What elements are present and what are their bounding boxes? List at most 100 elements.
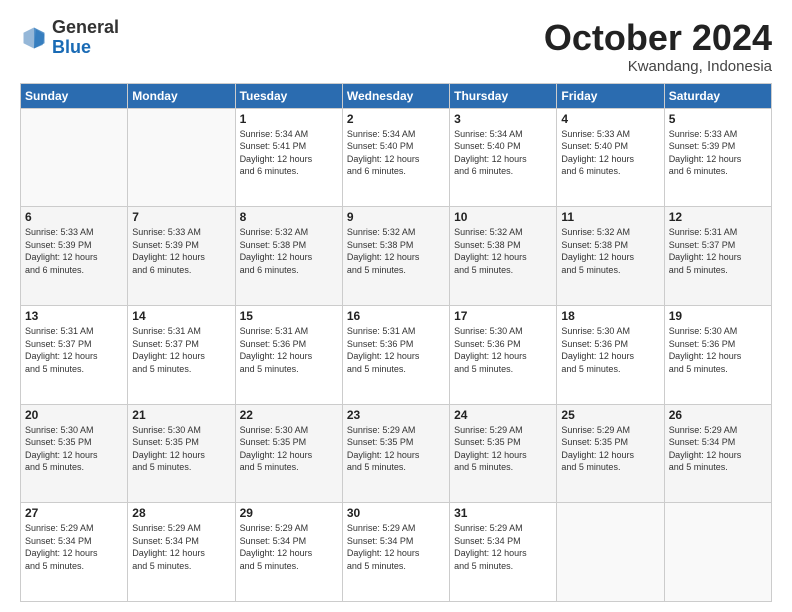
calendar: Sunday Monday Tuesday Wednesday Thursday… (20, 83, 772, 602)
day-info: Sunrise: 5:33 AM Sunset: 5:40 PM Dayligh… (561, 128, 659, 178)
day-number: 1 (240, 112, 338, 126)
day-info: Sunrise: 5:30 AM Sunset: 5:35 PM Dayligh… (240, 424, 338, 474)
calendar-cell: 20Sunrise: 5:30 AM Sunset: 5:35 PM Dayli… (21, 404, 128, 503)
col-tuesday: Tuesday (235, 83, 342, 108)
day-info: Sunrise: 5:32 AM Sunset: 5:38 PM Dayligh… (347, 226, 445, 276)
day-number: 18 (561, 309, 659, 323)
day-number: 21 (132, 408, 230, 422)
page: General Blue October 2024 Kwandang, Indo… (0, 0, 792, 612)
day-number: 12 (669, 210, 767, 224)
day-info: Sunrise: 5:29 AM Sunset: 5:35 PM Dayligh… (347, 424, 445, 474)
day-info: Sunrise: 5:33 AM Sunset: 5:39 PM Dayligh… (669, 128, 767, 178)
day-info: Sunrise: 5:29 AM Sunset: 5:34 PM Dayligh… (25, 522, 123, 572)
calendar-cell: 24 Sunrise: 5:29 AM Sunset: 5:35 PM Dayli… (450, 404, 557, 503)
day-number: 10 (454, 210, 552, 224)
calendar-cell (557, 503, 664, 602)
day-number: 23 (347, 408, 445, 422)
calendar-week-2: 6 Sunrise: 5:33 AM Sunset: 5:39 PM Daylig… (21, 207, 772, 306)
day-info: Sunrise: 5:29 AM Sunset: 5:34 PM Dayligh… (240, 522, 338, 572)
calendar-cell: 14 Sunrise: 5:31 AM Sunset: 5:37 PM Dayli… (128, 305, 235, 404)
day-number: 11 (561, 210, 659, 224)
calendar-cell: 21 Sunrise: 5:30 AM Sunset: 5:35 PM Dayli… (128, 404, 235, 503)
calendar-cell: 15 Sunrise: 5:31 AM Sunset: 5:36 PM Dayli… (235, 305, 342, 404)
logo-icon (20, 24, 48, 52)
day-number: 31 (454, 506, 552, 520)
day-number: 25 (561, 408, 659, 422)
day-number: 8 (240, 210, 338, 224)
calendar-cell: 2Sunrise: 5:34 AM Sunset: 5:40 PM Daylig… (342, 108, 449, 207)
day-number: 24 (454, 408, 552, 422)
calendar-cell: 27 Sunrise: 5:29 AM Sunset: 5:34 PM Dayli… (21, 503, 128, 602)
day-number: 4 (561, 112, 659, 126)
calendar-cell: 19 Sunrise: 5:30 AM Sunset: 5:36 PM Dayli… (664, 305, 771, 404)
calendar-week-3: 13Sunrise: 5:31 AM Sunset: 5:37 PM Dayli… (21, 305, 772, 404)
day-number: 27 (25, 506, 123, 520)
calendar-cell: 7 Sunrise: 5:33 AM Sunset: 5:39 PM Daylig… (128, 207, 235, 306)
day-info: Sunrise: 5:30 AM Sunset: 5:36 PM Dayligh… (669, 325, 767, 375)
day-info: Sunrise: 5:30 AM Sunset: 5:35 PM Dayligh… (132, 424, 230, 474)
header: General Blue October 2024 Kwandang, Indo… (20, 18, 772, 75)
calendar-cell: 4 Sunrise: 5:33 AM Sunset: 5:40 PM Daylig… (557, 108, 664, 207)
col-thursday: Thursday (450, 83, 557, 108)
day-number: 19 (669, 309, 767, 323)
day-number: 22 (240, 408, 338, 422)
calendar-week-1: 1Sunrise: 5:34 AM Sunset: 5:41 PM Daylig… (21, 108, 772, 207)
calendar-cell (664, 503, 771, 602)
month-title: October 2024 (544, 18, 772, 58)
calendar-cell: 18Sunrise: 5:30 AM Sunset: 5:36 PM Dayli… (557, 305, 664, 404)
day-number: 7 (132, 210, 230, 224)
day-number: 14 (132, 309, 230, 323)
day-info: Sunrise: 5:32 AM Sunset: 5:38 PM Dayligh… (454, 226, 552, 276)
day-number: 5 (669, 112, 767, 126)
day-number: 20 (25, 408, 123, 422)
calendar-cell: 25 Sunrise: 5:29 AM Sunset: 5:35 PM Dayli… (557, 404, 664, 503)
calendar-cell: 31Sunrise: 5:29 AM Sunset: 5:34 PM Dayli… (450, 503, 557, 602)
calendar-cell: 23 Sunrise: 5:29 AM Sunset: 5:35 PM Dayli… (342, 404, 449, 503)
day-number: 16 (347, 309, 445, 323)
day-info: Sunrise: 5:29 AM Sunset: 5:35 PM Dayligh… (561, 424, 659, 474)
day-number: 30 (347, 506, 445, 520)
calendar-cell: 30 Sunrise: 5:29 AM Sunset: 5:34 PM Dayli… (342, 503, 449, 602)
col-friday: Friday (557, 83, 664, 108)
day-info: Sunrise: 5:33 AM Sunset: 5:39 PM Dayligh… (132, 226, 230, 276)
day-number: 3 (454, 112, 552, 126)
col-sunday: Sunday (21, 83, 128, 108)
day-number: 15 (240, 309, 338, 323)
col-wednesday: Wednesday (342, 83, 449, 108)
day-info: Sunrise: 5:29 AM Sunset: 5:34 PM Dayligh… (347, 522, 445, 572)
day-info: Sunrise: 5:31 AM Sunset: 5:37 PM Dayligh… (132, 325, 230, 375)
day-info: Sunrise: 5:34 AM Sunset: 5:40 PM Dayligh… (454, 128, 552, 178)
day-info: Sunrise: 5:29 AM Sunset: 5:34 PM Dayligh… (132, 522, 230, 572)
logo-blue: Blue (52, 38, 119, 58)
calendar-week-4: 20 Sunrise: 5:30 AM Sunset: 5:35 PM Dayli… (21, 404, 772, 503)
calendar-cell: 11 Sunrise: 5:32 AM Sunset: 5:38 PM Dayli… (557, 207, 664, 306)
calendar-cell: 16Sunrise: 5:31 AM Sunset: 5:36 PM Dayli… (342, 305, 449, 404)
calendar-cell: 10 Sunrise: 5:32 AM Sunset: 5:38 PM Dayli… (450, 207, 557, 306)
calendar-cell (128, 108, 235, 207)
calendar-cell: 13Sunrise: 5:31 AM Sunset: 5:37 PM Dayli… (21, 305, 128, 404)
day-info: Sunrise: 5:34 AM Sunset: 5:40 PM Dayligh… (347, 128, 445, 178)
day-info: Sunrise: 5:32 AM Sunset: 5:38 PM Dayligh… (240, 226, 338, 276)
calendar-cell: 3 Sunrise: 5:34 AM Sunset: 5:40 PM Daylig… (450, 108, 557, 207)
calendar-cell: 5 Sunrise: 5:33 AM Sunset: 5:39 PM Daylig… (664, 108, 771, 207)
col-saturday: Saturday (664, 83, 771, 108)
logo-general: General (52, 18, 119, 38)
logo: General Blue (20, 18, 119, 58)
calendar-cell: 28 Sunrise: 5:29 AM Sunset: 5:34 PM Dayli… (128, 503, 235, 602)
day-info: Sunrise: 5:29 AM Sunset: 5:35 PM Dayligh… (454, 424, 552, 474)
col-monday: Monday (128, 83, 235, 108)
calendar-cell (21, 108, 128, 207)
day-info: Sunrise: 5:32 AM Sunset: 5:38 PM Dayligh… (561, 226, 659, 276)
calendar-cell: 8 Sunrise: 5:32 AM Sunset: 5:38 PM Daylig… (235, 207, 342, 306)
logo-text: General Blue (52, 18, 119, 58)
day-number: 9 (347, 210, 445, 224)
day-number: 17 (454, 309, 552, 323)
location-subtitle: Kwandang, Indonesia (544, 58, 772, 75)
day-number: 28 (132, 506, 230, 520)
day-number: 6 (25, 210, 123, 224)
day-info: Sunrise: 5:31 AM Sunset: 5:36 PM Dayligh… (240, 325, 338, 375)
calendar-cell: 17Sunrise: 5:30 AM Sunset: 5:36 PM Dayli… (450, 305, 557, 404)
calendar-cell: 1Sunrise: 5:34 AM Sunset: 5:41 PM Daylig… (235, 108, 342, 207)
calendar-cell: 9 Sunrise: 5:32 AM Sunset: 5:38 PM Daylig… (342, 207, 449, 306)
day-number: 26 (669, 408, 767, 422)
